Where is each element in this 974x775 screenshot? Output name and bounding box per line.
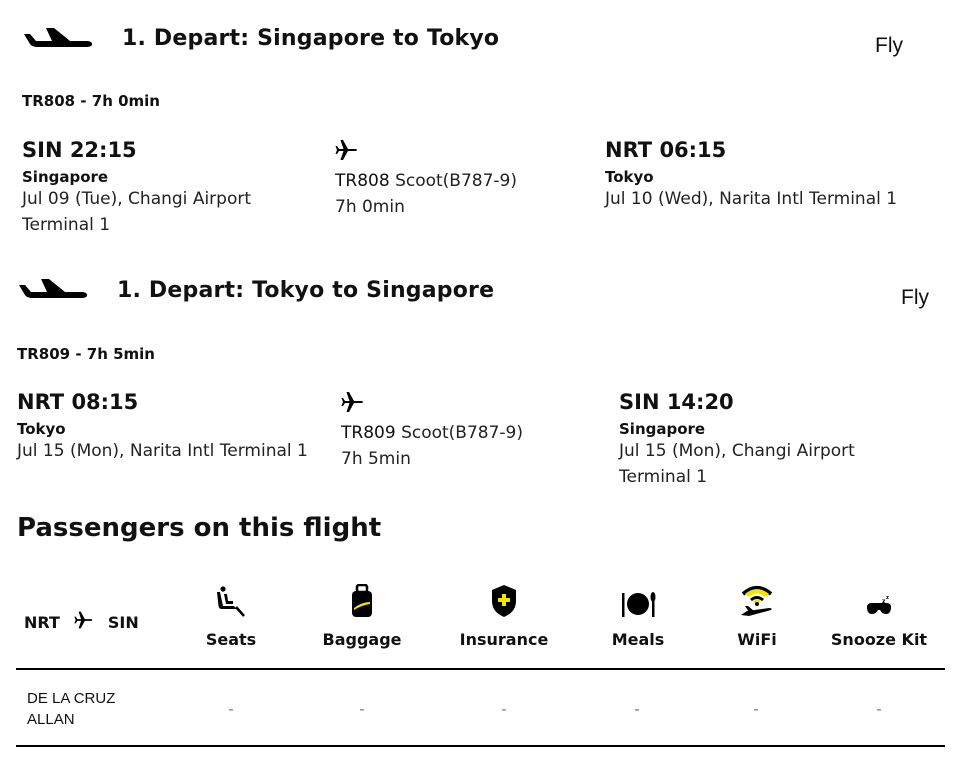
route-label: NRT SIN (24, 610, 139, 634)
table-header-divider (16, 668, 945, 670)
addon-label: Seats (205, 630, 257, 649)
airplane-takeoff-icon (17, 277, 89, 303)
addon-header-wifi[interactable]: WiFi (697, 586, 817, 649)
meals-value[interactable]: - (627, 700, 647, 718)
origin-terminal: Terminal 1 (22, 215, 111, 235)
flight-number: TR809 (341, 423, 396, 443)
destination-city: Tokyo (605, 168, 654, 186)
segment-title: 1. Depart: Tokyo to Singapore (117, 278, 495, 303)
destination-city: Singapore (619, 420, 706, 438)
addon-label: Insurance (459, 630, 549, 649)
addon-header-insurance[interactable]: Insurance (444, 585, 564, 649)
flight-duration: 7h 0min (335, 197, 405, 217)
flight-number: TR808 (335, 171, 390, 191)
destination-detail: Jul 15 (Mon), Changi Airport (619, 441, 855, 461)
flight-duration: 7h 5min (341, 449, 411, 469)
route-to: SIN (107, 612, 139, 632)
origin-block: SIN 22:15 Singapore Jul 09 (Tue), Changi… (22, 138, 322, 238)
addon-header-baggage[interactable]: Baggage (302, 583, 422, 649)
luggage-icon (350, 583, 374, 622)
addon-label: Baggage (322, 630, 402, 649)
airplane-takeoff-icon (22, 26, 94, 52)
origin-city: Tokyo (17, 420, 66, 438)
addon-header-meals[interactable]: Meals (578, 588, 698, 649)
brand-label: Fly (875, 34, 903, 57)
wifi-plane-icon (739, 584, 775, 622)
wifi-value[interactable]: - (746, 700, 766, 718)
addon-header-seats[interactable]: Seats (171, 586, 291, 649)
shield-plus-icon (490, 584, 518, 622)
origin-code-time: SIN 22:15 (22, 138, 137, 162)
carrier-aircraft: Scoot(B787-9) (401, 423, 523, 443)
route-from: NRT (24, 612, 60, 632)
svg-text:z: z (886, 595, 889, 601)
passenger-surname: DE LA CRUZ (27, 690, 116, 707)
airplane-icon (335, 140, 359, 166)
origin-detail: Jul 09 (Tue), Changi Airport (22, 189, 252, 209)
origin-city: Singapore (22, 168, 109, 186)
plate-cutlery-icon (620, 590, 656, 622)
carrier-aircraft: Scoot(B787-9) (395, 171, 517, 191)
sleep-mask-icon: z z (865, 594, 893, 622)
origin-block: NRT 08:15 Tokyo Jul 15 (Mon), Narita Int… (17, 390, 337, 464)
passengers-title: Passengers on this flight (17, 513, 382, 543)
baggage-value[interactable]: - (352, 700, 372, 718)
destination-block: NRT 06:15 Tokyo Jul 10 (Wed), Narita Int… (605, 138, 945, 212)
seat-icon (214, 586, 248, 622)
passenger-name: DE LA CRUZ ALLAN (27, 688, 115, 730)
destination-terminal: Terminal 1 (619, 467, 708, 487)
flight-summary: TR809 - 7h 5min (17, 345, 155, 363)
segment-title: 1. Depart: Singapore to Tokyo (122, 26, 500, 51)
destination-detail: Jul 10 (Wed), Narita Intl Terminal 1 (605, 189, 898, 209)
insurance-value[interactable]: - (494, 700, 514, 718)
flight-middle-block: TR808 Scoot(B787-9) 7h 0min (335, 138, 517, 220)
addon-label: Snooze Kit (830, 630, 928, 649)
destination-code-time: SIN 14:20 (619, 390, 734, 414)
seats-value[interactable]: - (221, 700, 241, 718)
passenger-given-name: ALLAN (27, 711, 75, 728)
flight-summary: TR808 - 7h 0min (22, 92, 160, 110)
destination-block: SIN 14:20 Singapore Jul 15 (Mon), Changi… (619, 390, 939, 490)
airplane-icon (341, 392, 365, 418)
snooze-kit-value[interactable]: - (869, 700, 889, 718)
brand-label: Fly (901, 286, 929, 309)
flight-middle-block: TR809 Scoot(B787-9) 7h 5min (341, 390, 523, 472)
addon-label: Meals (611, 630, 665, 649)
airplane-icon (74, 610, 94, 634)
addon-label: WiFi (737, 630, 777, 649)
origin-code-time: NRT 08:15 (17, 390, 139, 414)
table-bottom-divider (16, 745, 945, 747)
destination-code-time: NRT 06:15 (605, 138, 727, 162)
origin-detail: Jul 15 (Mon), Narita Intl Terminal 1 (17, 441, 308, 461)
addon-header-snooze-kit[interactable]: z z Snooze Kit (819, 588, 939, 649)
